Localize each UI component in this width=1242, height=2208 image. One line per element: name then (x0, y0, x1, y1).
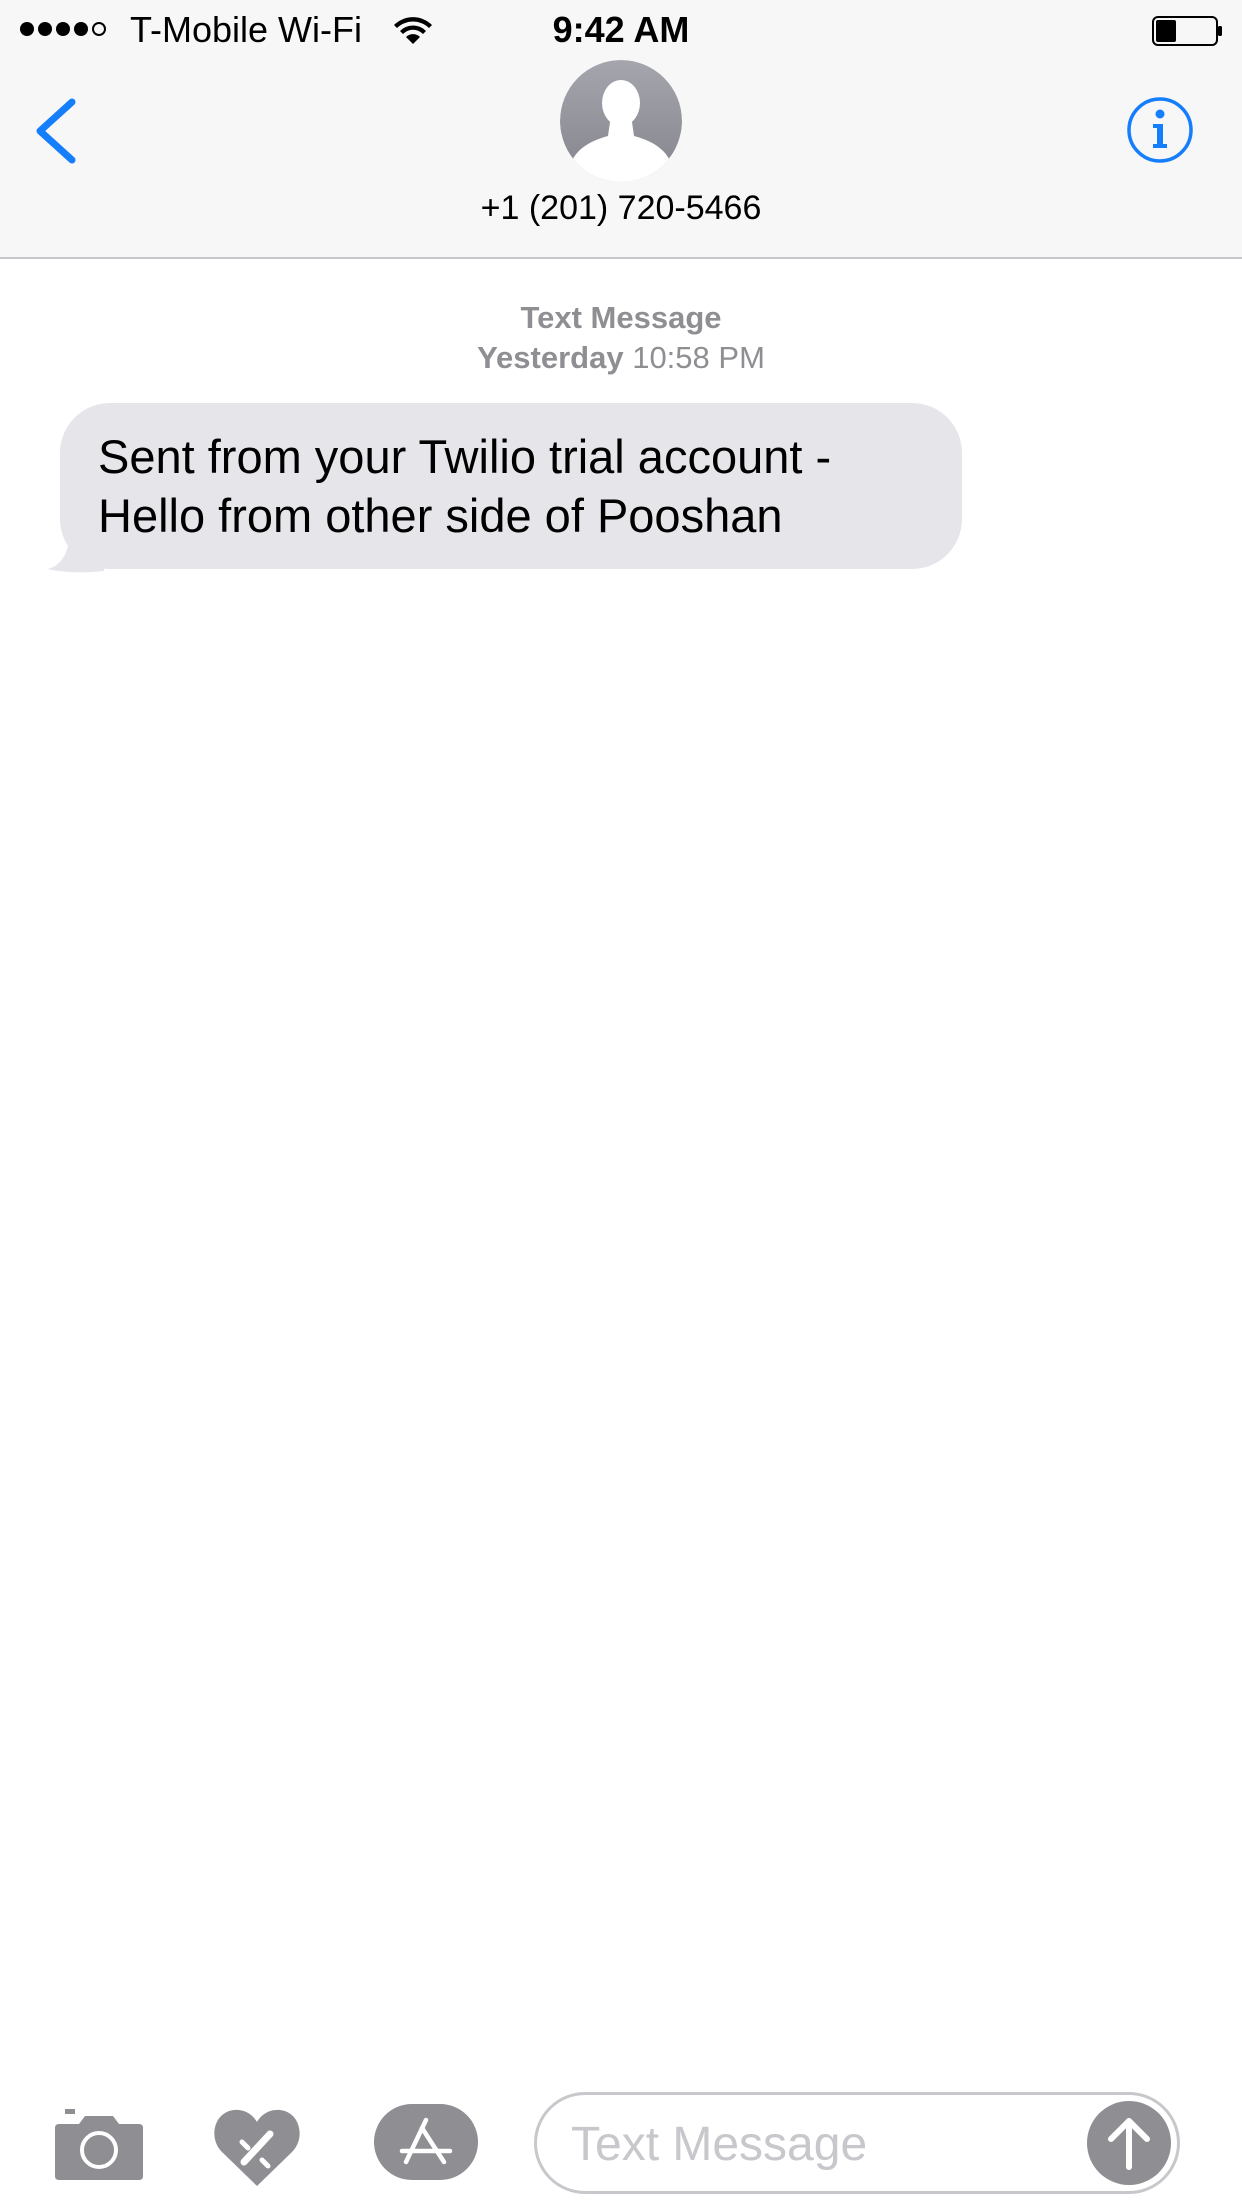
message-bubble[interactable]: Sent from your Twilio trial account - He… (60, 403, 962, 569)
status-bar: T-Mobile Wi-Fi 9:42 AM (0, 0, 1242, 60)
contact-number[interactable]: +1 (201) 720-5466 (0, 188, 1242, 228)
message-timestamp-header: Text Message Yesterday 10:58 PM (0, 298, 1242, 378)
message-time: 10:58 PM (632, 340, 765, 375)
app-store-icon[interactable] (374, 2104, 478, 2180)
back-chevron-icon[interactable] (28, 96, 88, 166)
message-line: Sent from your Twilio trial account - (98, 430, 832, 483)
camera-icon[interactable] (55, 2108, 143, 2180)
send-button[interactable] (1087, 2101, 1171, 2185)
contact-avatar[interactable] (560, 60, 682, 182)
conversation-header: T-Mobile Wi-Fi 9:42 AM +1 (201) 720-5466 (0, 0, 1242, 259)
digital-touch-icon[interactable] (212, 2106, 302, 2188)
info-icon[interactable] (1126, 96, 1194, 164)
message-service-label: Text Message (520, 300, 722, 335)
messages-screen: T-Mobile Wi-Fi 9:42 AM +1 (201) 720-5466… (0, 0, 1242, 2208)
message-input-bar (0, 2068, 1242, 2208)
battery-icon (1152, 16, 1222, 46)
message-text-field[interactable] (534, 2092, 1180, 2194)
message-input[interactable] (571, 2113, 1051, 2175)
message-day: Yesterday (477, 340, 624, 375)
status-time: 9:42 AM (552, 9, 690, 50)
message-line: Hello from other side of Pooshan (98, 489, 783, 542)
